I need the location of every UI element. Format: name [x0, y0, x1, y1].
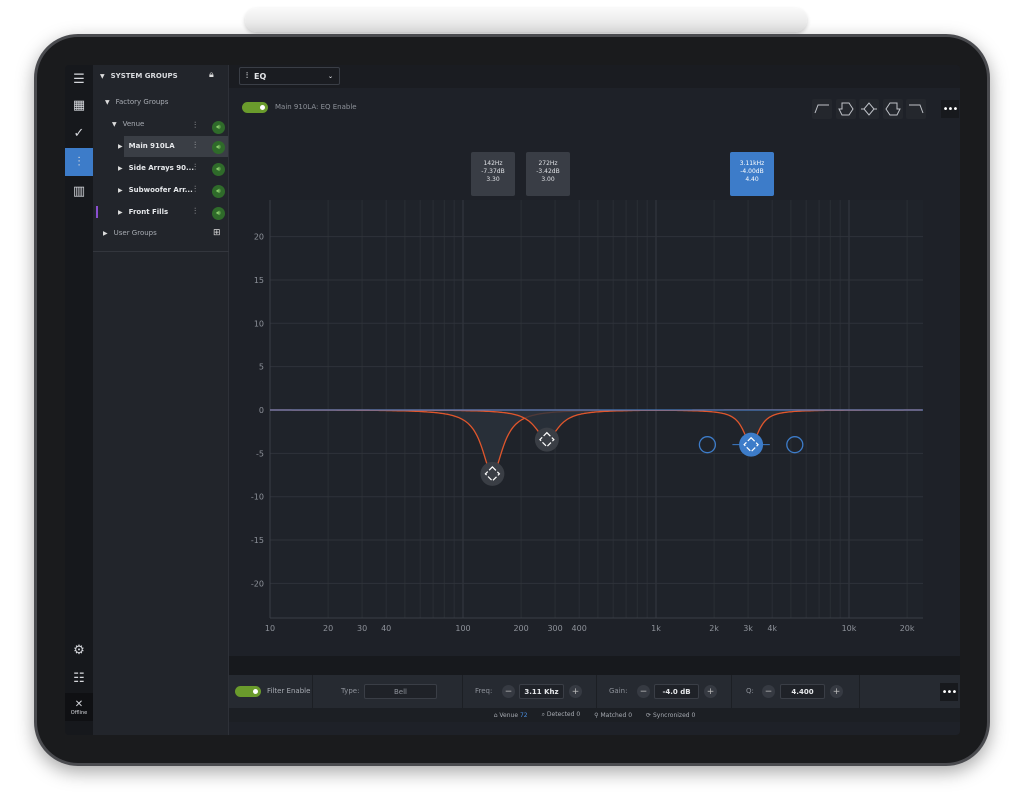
y-tick-label: 5: [259, 363, 264, 372]
x-tick-label: 1k: [651, 624, 661, 633]
x-tick-label: 400: [572, 624, 587, 633]
x-tick-label: 20k: [900, 624, 915, 633]
x-tick-label: 4k: [767, 624, 777, 633]
x-tick-label: 300: [547, 624, 562, 633]
y-tick-label: -5: [256, 449, 264, 458]
x-tick-label: 20: [323, 624, 333, 633]
x-tick-label: 10: [265, 624, 275, 633]
x-tick-label: 40: [381, 624, 391, 633]
y-tick-label: 20: [254, 233, 264, 242]
y-tick-label: 0: [259, 406, 264, 415]
band-handle[interactable]: [480, 462, 504, 486]
plot-area: [270, 200, 923, 618]
y-tick-label: -15: [251, 536, 264, 545]
x-tick-label: 30: [357, 624, 367, 633]
band-handle[interactable]: [739, 433, 763, 457]
x-tick-label: 3k: [743, 624, 753, 633]
x-tick-label: 10k: [842, 624, 857, 633]
y-tick-label: 15: [254, 276, 264, 285]
x-tick-label: 100: [455, 624, 470, 633]
y-tick-label: -10: [251, 493, 264, 502]
x-tick-label: 200: [513, 624, 528, 633]
x-tick-label: 2k: [709, 624, 719, 633]
y-tick-label: 10: [254, 319, 264, 328]
y-tick-label: -20: [251, 579, 264, 588]
band-handle[interactable]: [535, 428, 559, 452]
eq-chart[interactable]: 20 15 10 5 0 -5 -10 -15 -20 10 20 30 40 100 200 300 400 1…: [0, 0, 1024, 800]
